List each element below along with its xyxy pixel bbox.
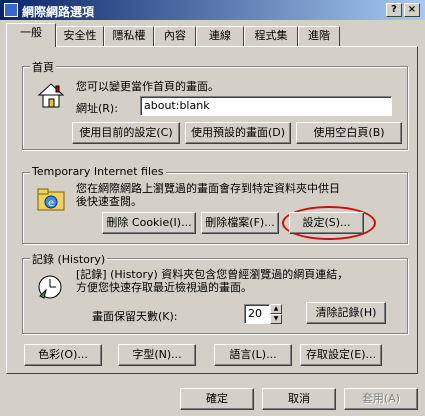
tab-programs[interactable]: 程式集 — [244, 26, 298, 46]
history-legend: 記錄 (History) — [30, 251, 108, 267]
days-label: 畫面保留天數(K): — [92, 310, 178, 323]
help-button[interactable]: ? — [386, 3, 402, 17]
history-icon — [38, 275, 62, 299]
tab-advanced[interactable]: 進階 — [298, 26, 340, 46]
use-blank-button[interactable]: 使用空白頁(B) — [296, 122, 402, 144]
temp-files-legend: Temporary Internet files — [30, 165, 166, 178]
days-input[interactable]: 20 — [244, 304, 270, 324]
ok-button[interactable]: 確定 — [180, 388, 254, 410]
internet-options-icon — [4, 3, 18, 17]
accessibility-button[interactable]: 存取設定(E)... — [300, 344, 382, 366]
close-button[interactable]: × — [404, 3, 420, 17]
house-icon — [37, 83, 65, 108]
languages-button[interactable]: 語言(L)... — [214, 344, 292, 366]
fonts-button[interactable]: 字型(N)... — [118, 344, 196, 366]
home-page-legend: 首頁 — [30, 59, 56, 75]
temp-files-description-2: 後快速查閱。 — [76, 195, 142, 208]
tab-security[interactable]: 安全性 — [56, 26, 104, 46]
delete-files-button[interactable]: 刪除檔案(F)... — [201, 212, 279, 234]
address-label: 網址(R): — [76, 102, 118, 115]
tab-general[interactable]: 一般 — [6, 23, 56, 47]
use-current-button[interactable]: 使用目前的設定(C) — [72, 122, 180, 144]
delete-cookies-button[interactable]: 刪除 Cookie(I)... — [102, 212, 196, 234]
tab-content[interactable]: 內容 — [154, 26, 196, 46]
days-spinner[interactable]: ▲ ▼ — [270, 304, 282, 324]
window-title: 網際網路選項 — [22, 5, 95, 19]
cancel-button[interactable]: 取消 — [262, 388, 336, 410]
tab-privacy[interactable]: 隱私權 — [104, 26, 154, 46]
tab-connections[interactable]: 連線 — [196, 26, 244, 46]
svg-text:e: e — [48, 198, 54, 209]
settings-button[interactable]: 設定(S)... — [289, 212, 364, 234]
address-input[interactable]: about:blank — [140, 96, 392, 116]
spin-up-icon[interactable]: ▲ — [270, 304, 282, 314]
apply-button[interactable]: 套用(A) — [344, 388, 418, 410]
use-default-button[interactable]: 使用預設的畫面(D) — [185, 122, 291, 144]
home-page-description: 您可以變更當作首頁的畫面。 — [76, 80, 219, 93]
history-description-2: 方便您快速存取最近檢視過的畫面。 — [76, 281, 252, 294]
clear-history-button[interactable]: 清除記錄(H) — [306, 302, 386, 324]
colors-button[interactable]: 色彩(O)... — [24, 344, 102, 366]
spin-down-icon[interactable]: ▼ — [270, 314, 282, 324]
ie-folder-icon: e — [37, 188, 65, 211]
